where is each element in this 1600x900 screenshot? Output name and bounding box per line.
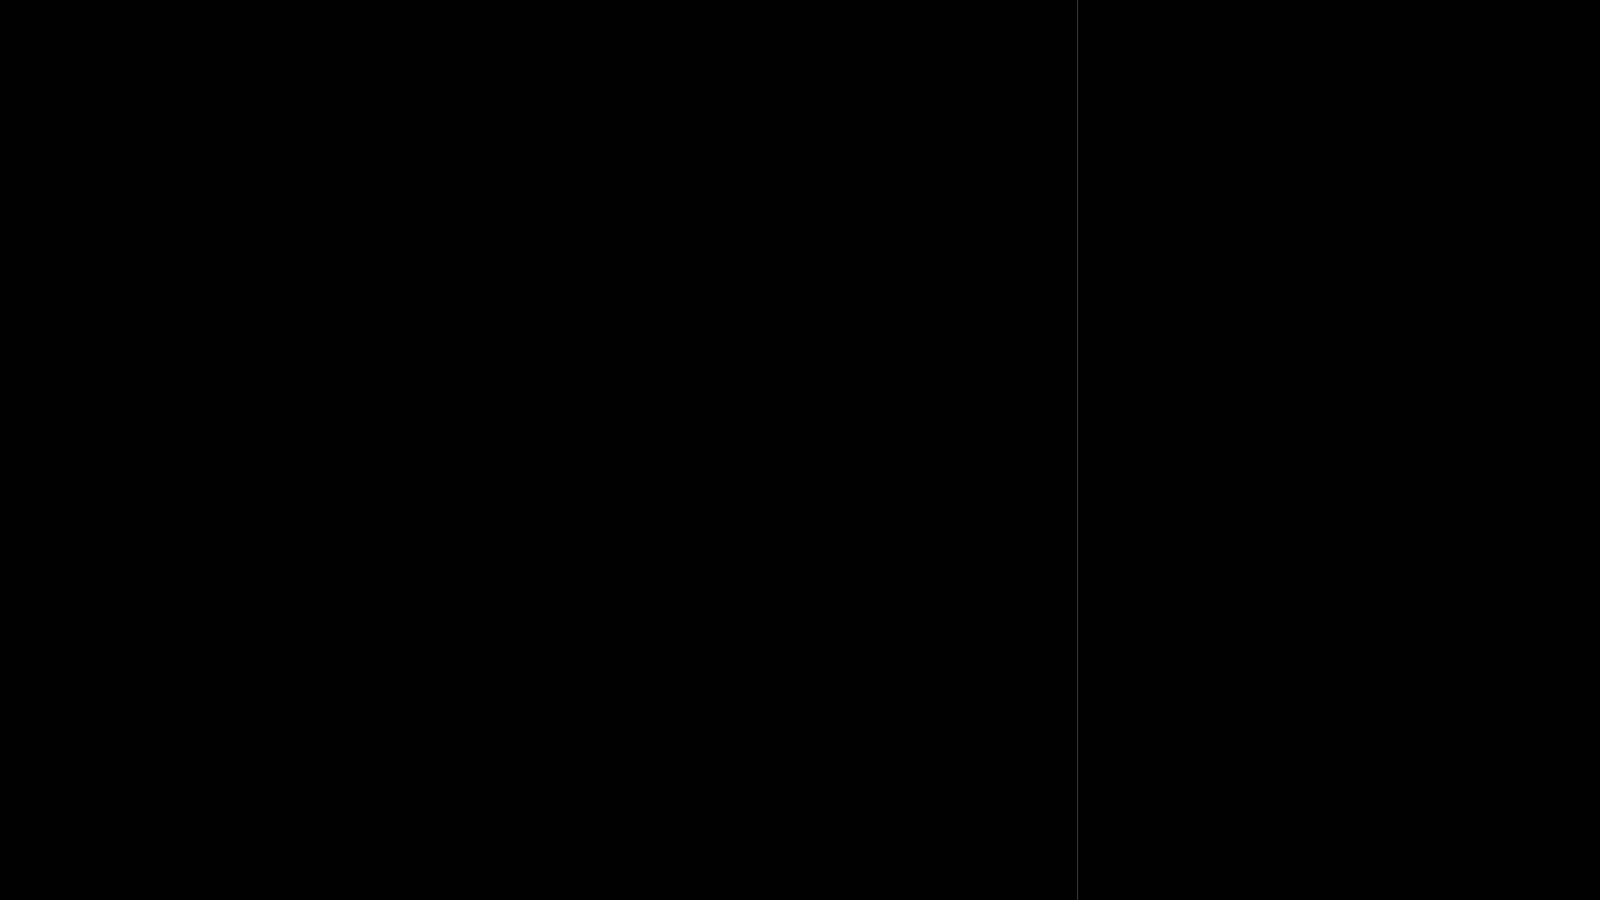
trading-terminal [0,0,1600,900]
sidebar [1078,0,1600,900]
chart-column [0,0,1078,900]
